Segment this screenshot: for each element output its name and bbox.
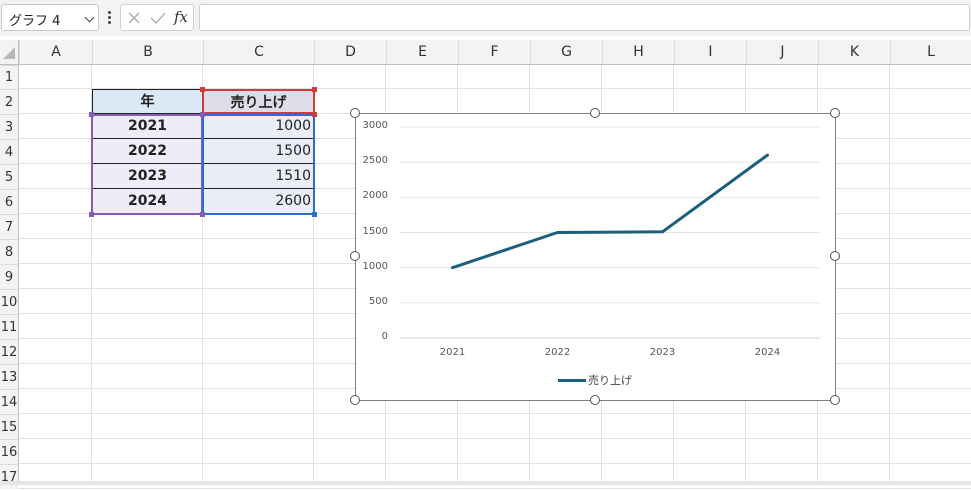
legend-series-line: [558, 379, 586, 382]
resize-handle[interactable]: [590, 395, 600, 405]
x-tick-label: 2022: [544, 347, 571, 358]
gridline-h: [19, 488, 971, 489]
resize-handle[interactable]: [350, 251, 360, 261]
y-tick-label: 2000: [362, 190, 388, 202]
resize-handle[interactable]: [830, 395, 840, 405]
x-tick-label: 2021: [439, 347, 466, 358]
y-tick-label: 3000: [362, 120, 388, 131]
data-point[interactable]: [451, 266, 454, 270]
series-line-0[interactable]: [452, 153, 769, 270]
legend-series-label: 売り上げ: [588, 374, 632, 387]
horizontal-scrollbar[interactable]: [0, 481, 971, 485]
resize-handle[interactable]: [830, 108, 840, 118]
y-tick-label: 1500: [362, 225, 388, 237]
resize-handle[interactable]: [590, 108, 600, 118]
y-tick-label: 2500: [362, 155, 388, 167]
data-point[interactable]: [661, 230, 664, 234]
data-point[interactable]: [556, 231, 559, 234]
data-point[interactable]: [766, 153, 769, 157]
resize-handle[interactable]: [830, 251, 840, 261]
y-tick-label: 1000: [362, 260, 388, 272]
resize-handle[interactable]: [350, 395, 360, 405]
y-tick-label: 0: [381, 331, 388, 342]
x-tick-label: 2024: [754, 347, 781, 358]
y-tick-label: 500: [368, 295, 388, 307]
line-chart: [400, 126, 820, 339]
resize-handle[interactable]: [350, 108, 360, 118]
x-tick-label: 2023: [649, 347, 676, 358]
